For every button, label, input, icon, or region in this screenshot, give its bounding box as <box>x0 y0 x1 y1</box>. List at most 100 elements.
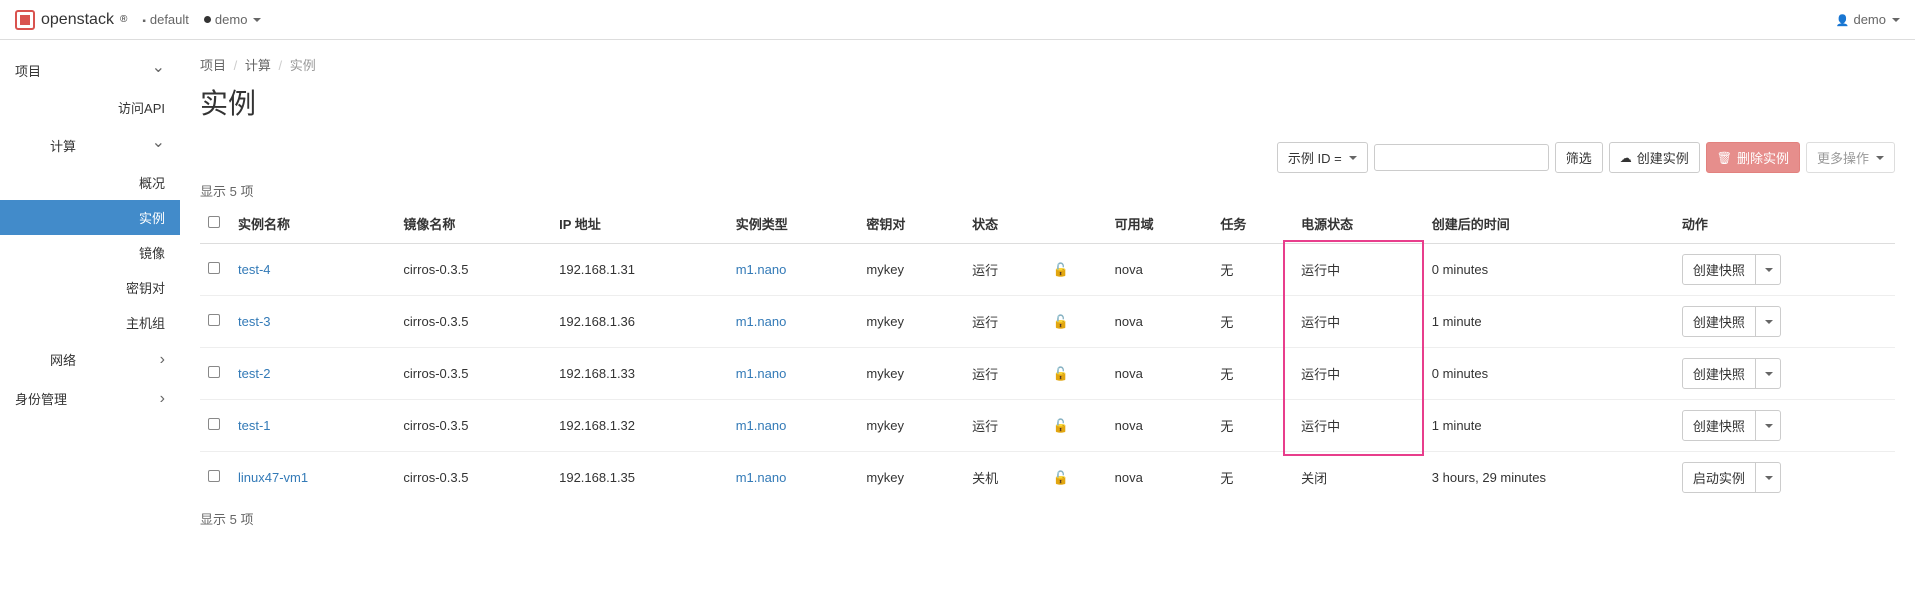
flavor-link[interactable]: m1.nano <box>736 262 787 277</box>
cell-keypair: mykey <box>858 348 964 400</box>
instance-name-link[interactable]: test-2 <box>238 366 271 381</box>
row-action-dropdown[interactable] <box>1756 306 1781 337</box>
project-selector[interactable]: demo <box>204 12 262 27</box>
flavor-link[interactable]: m1.nano <box>736 366 787 381</box>
cell-image: cirros-0.3.5 <box>395 296 551 348</box>
cell-image: cirros-0.3.5 <box>395 400 551 452</box>
row-action-dropdown[interactable] <box>1756 410 1781 441</box>
cell-status: 运行 <box>964 400 1045 452</box>
sidebar-group-compute[interactable]: 计算 <box>0 125 180 165</box>
launch-label: 创建实例 <box>1637 148 1689 167</box>
cell-zone: nova <box>1107 400 1213 452</box>
sidebar-item-overview[interactable]: 概况 <box>0 165 180 200</box>
breadcrumb-project[interactable]: 项目 <box>200 58 226 73</box>
cell-zone: nova <box>1107 348 1213 400</box>
instance-name-link[interactable]: linux47-vm1 <box>238 470 308 485</box>
cell-power: 运行中 <box>1293 296 1424 348</box>
chevron-down-icon <box>152 60 165 80</box>
col-name[interactable]: 实例名称 <box>230 204 395 244</box>
filter-field-dropdown[interactable]: 示例 ID = <box>1277 142 1368 173</box>
row-action-button[interactable]: 创建快照 <box>1682 306 1756 337</box>
delete-instance-button[interactable]: 🗑 删除实例 <box>1706 142 1800 173</box>
launch-instance-button[interactable]: ☁ 创建实例 <box>1609 142 1700 173</box>
unlock-icon: 🔓 <box>1053 418 1069 433</box>
unlock-icon: 🔓 <box>1053 470 1069 485</box>
table-header-row: 实例名称 镜像名称 IP 地址 实例类型 密钥对 状态 可用域 任务 电源状态 … <box>200 204 1895 244</box>
cell-task: 无 <box>1212 400 1293 452</box>
cell-power: 运行中 <box>1293 244 1424 296</box>
sidebar-item-images[interactable]: 镜像 <box>0 235 180 270</box>
item-count-bottom: 显示 5 项 <box>200 509 1895 528</box>
row-action-dropdown[interactable] <box>1756 358 1781 389</box>
cell-ip: 192.168.1.33 <box>551 348 728 400</box>
sidebar-label: 网络 <box>50 350 76 369</box>
instance-name-link[interactable]: test-1 <box>238 418 271 433</box>
cell-ip: 192.168.1.35 <box>551 452 728 504</box>
row-action-dropdown[interactable] <box>1756 254 1781 285</box>
flavor-link[interactable]: m1.nano <box>736 314 787 329</box>
row-checkbox[interactable] <box>208 418 220 430</box>
unlock-icon: 🔓 <box>1053 366 1069 381</box>
cell-age: 3 hours, 29 minutes <box>1424 452 1674 504</box>
col-flavor[interactable]: 实例类型 <box>728 204 859 244</box>
flavor-link[interactable]: m1.nano <box>736 418 787 433</box>
col-task[interactable]: 任务 <box>1212 204 1293 244</box>
cell-zone: nova <box>1107 452 1213 504</box>
cell-status: 运行 <box>964 348 1045 400</box>
row-checkbox[interactable] <box>208 262 220 274</box>
col-lock <box>1045 204 1107 244</box>
cell-age: 0 minutes <box>1424 244 1674 296</box>
page-title: 实例 <box>200 82 1895 122</box>
col-ip[interactable]: IP 地址 <box>551 204 728 244</box>
row-action-button[interactable]: 启动实例 <box>1682 462 1756 493</box>
row-action-dropdown[interactable] <box>1756 462 1781 493</box>
sidebar: 项目 访问API 计算 概况 实例 镜像 密钥对 主机组 网络 身份管理 <box>0 40 180 552</box>
row-action-button[interactable]: 创建快照 <box>1682 410 1756 441</box>
cell-ip: 192.168.1.32 <box>551 400 728 452</box>
row-checkbox[interactable] <box>208 314 220 326</box>
row-checkbox[interactable] <box>208 366 220 378</box>
col-actions: 动作 <box>1674 204 1895 244</box>
col-power[interactable]: 电源状态 <box>1293 204 1424 244</box>
cell-power: 关闭 <box>1293 452 1424 504</box>
filter-field-label: 示例 ID = <box>1288 148 1342 167</box>
col-status[interactable]: 状态 <box>964 204 1045 244</box>
col-keypair[interactable]: 密钥对 <box>858 204 964 244</box>
caret-down-icon <box>1765 424 1773 428</box>
project-dot-icon <box>204 16 211 23</box>
instance-name-link[interactable]: test-3 <box>238 314 271 329</box>
sidebar-item-api[interactable]: 访问API <box>0 90 180 125</box>
unlock-icon: 🔓 <box>1053 262 1069 277</box>
sidebar-item-servergroups[interactable]: 主机组 <box>0 305 180 340</box>
col-zone[interactable]: 可用域 <box>1107 204 1213 244</box>
brand-logo[interactable]: openstack® <box>15 10 127 30</box>
row-checkbox[interactable] <box>208 470 220 482</box>
col-age[interactable]: 创建后的时间 <box>1424 204 1674 244</box>
cell-image: cirros-0.3.5 <box>395 452 551 504</box>
cell-task: 无 <box>1212 296 1293 348</box>
sidebar-label: 计算 <box>50 136 76 155</box>
col-image[interactable]: 镜像名称 <box>395 204 551 244</box>
sidebar-item-instances[interactable]: 实例 <box>0 200 180 235</box>
cell-image: cirros-0.3.5 <box>395 348 551 400</box>
row-action-button[interactable]: 创建快照 <box>1682 358 1756 389</box>
sidebar-item-keypairs[interactable]: 密钥对 <box>0 270 180 305</box>
row-action-button[interactable]: 创建快照 <box>1682 254 1756 285</box>
flavor-link[interactable]: m1.nano <box>736 470 787 485</box>
filter-button[interactable]: 筛选 <box>1555 142 1603 173</box>
domain-selector[interactable]: default <box>142 12 189 27</box>
breadcrumb-compute[interactable]: 计算 <box>245 58 271 73</box>
sidebar-group-network[interactable]: 网络 <box>0 340 180 379</box>
sidebar-group-project[interactable]: 项目 <box>0 50 180 90</box>
openstack-icon <box>15 10 35 30</box>
more-actions-button[interactable]: 更多操作 <box>1806 142 1895 173</box>
domain-label: default <box>150 12 189 27</box>
instances-table: 实例名称 镜像名称 IP 地址 实例类型 密钥对 状态 可用域 任务 电源状态 … <box>200 204 1895 503</box>
checkbox-all[interactable] <box>208 216 220 228</box>
filter-input[interactable] <box>1374 144 1549 171</box>
sidebar-group-identity[interactable]: 身份管理 <box>0 379 180 418</box>
instance-name-link[interactable]: test-4 <box>238 262 271 277</box>
cell-status: 关机 <box>964 452 1045 504</box>
topbar-left: openstack® default demo <box>15 10 261 30</box>
user-menu[interactable]: demo <box>1836 12 1900 27</box>
